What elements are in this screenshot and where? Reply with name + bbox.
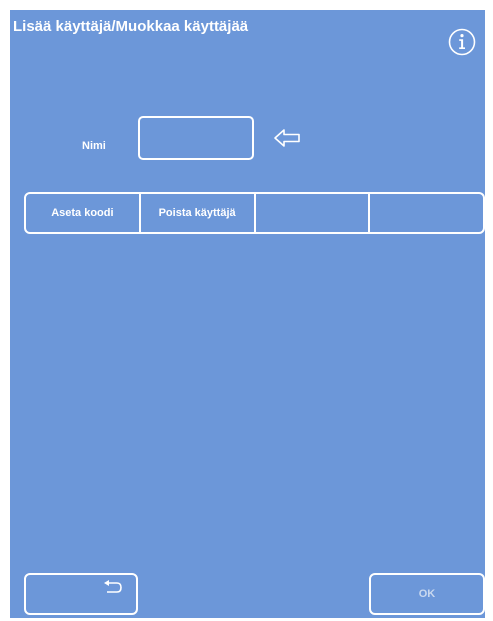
empty-button-4[interactable]: [370, 194, 483, 232]
info-button[interactable]: [447, 27, 477, 57]
empty-button-3[interactable]: [256, 194, 371, 232]
set-code-button[interactable]: Aseta koodi: [26, 194, 141, 232]
back-button[interactable]: [24, 573, 138, 615]
name-label: Nimi: [82, 140, 106, 152]
return-icon: [104, 580, 122, 593]
delete-user-button[interactable]: Poista käyttäjä: [141, 194, 256, 232]
action-button-row: Aseta koodi Poista käyttäjä: [24, 192, 485, 234]
arrow-left-icon: [273, 126, 303, 150]
ok-button[interactable]: OK: [369, 573, 485, 615]
page-title: Lisää käyttäjä/Muokkaa käyttäjää: [13, 18, 249, 35]
user-edit-screen: Lisää käyttäjä/Muokkaa käyttäjää Nimi As…: [10, 10, 485, 618]
name-field[interactable]: [138, 116, 254, 160]
info-icon: [448, 28, 476, 56]
